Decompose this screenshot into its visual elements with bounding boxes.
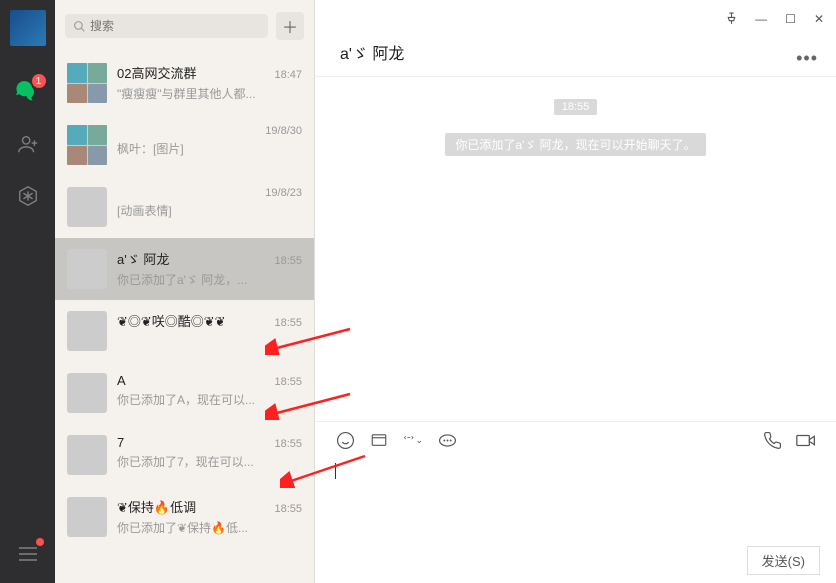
chat-item[interactable]: 19/8/23 [动画表情] [55,176,314,238]
search-bar: ＋ [55,0,314,52]
system-message: 你已添加了a'ゞ 阿龙，现在可以开始聊天了。 [445,133,705,156]
left-nav: 1 [0,0,55,583]
chat-item[interactable]: 19/8/30 枫叶：[图片] [55,114,314,176]
chat-time: 19/8/30 [265,125,302,137]
chat-name: 7 [117,435,124,450]
chat-avatar [67,125,107,165]
chat-name: ❦◎❦咲◎酷◎❦❦ [117,311,226,330]
chat-badge: 1 [32,74,46,88]
pin-icon[interactable] [726,12,737,28]
chat-avatar [67,497,107,537]
close-icon[interactable]: ✕ [814,12,824,28]
chat-avatar [67,435,107,475]
voice-call-icon[interactable] [762,430,782,450]
chat-preview: [动画表情] [117,202,302,219]
emoji-icon[interactable] [335,430,355,450]
chat-time: 18:47 [274,69,302,81]
chat-nav-icon[interactable]: 1 [14,78,42,106]
chat-avatar [67,249,107,289]
chat-name: 02高网交流群 [117,63,196,82]
chat-time: 18:55 [274,503,302,515]
message-area: 18:55 你已添加了a'ゞ 阿龙，现在可以开始聊天了。 [315,77,836,421]
search-input[interactable] [90,19,260,33]
favorites-nav-icon[interactable] [14,182,42,210]
send-button[interactable]: 发送(S) [747,546,820,575]
chat-avatar [67,63,107,103]
chat-item[interactable]: 7 18:55 你已添加了7，现在可以... [55,424,314,486]
chat-time: 18:55 [274,255,302,267]
chat-item[interactable]: ❦保持🔥低调 18:55 你已添加了❦保持🔥低... [55,486,314,548]
chat-preview: 你已添加了a'ゞ 阿龙，... [117,271,302,288]
chat-name: ❦保持🔥低调 [117,497,196,516]
add-button[interactable]: ＋ [276,12,304,40]
chat-avatar [67,187,107,227]
search-box[interactable] [65,14,268,38]
send-bar: 发送(S) [315,538,836,583]
chat-item[interactable]: A 18:55 你已添加了A，现在可以... [55,362,314,424]
chat-item[interactable]: a'ゞ 阿龙 18:55 你已添加了a'ゞ 阿龙，... [55,238,314,300]
message-input[interactable] [315,458,836,538]
chat-title: a'ゞ 阿龙 [315,40,796,76]
chat-item[interactable]: ❦◎❦咲◎酷◎❦❦ 18:55 [55,300,314,362]
main-panel: — ☐ ✕ a'ゞ 阿龙 ••• 18:55 你已添加了a'ゞ 阿龙，现在可以开… [315,0,836,583]
minimize-icon[interactable]: — [755,12,767,28]
chat-list: 02高网交流群 18:47 "瘦瘦瘦"与群里其他人都... 19/8/30 枫叶：[图片… [55,52,314,583]
chat-name: a'ゞ 阿龙 [117,249,169,268]
chat-preview: 你已添加了A，现在可以... [117,391,302,408]
chat-time: 18:55 [274,376,302,388]
chat-avatar [67,311,107,351]
history-icon[interactable] [437,430,457,450]
search-icon [73,20,86,33]
chat-preview: "瘦瘦瘦"与群里其他人都... [117,85,302,102]
chat-time: 18:55 [274,438,302,450]
title-bar: — ☐ ✕ [315,0,836,40]
more-icon[interactable]: ••• [796,48,818,69]
chat-time: 18:55 [274,317,302,329]
window-controls: — ☐ ✕ [726,12,824,28]
chat-preview: 你已添加了❦保持🔥低... [117,519,302,536]
chat-preview: 你已添加了7，现在可以... [117,453,302,470]
chat-name: A [117,373,126,388]
msg-timestamp: 18:55 [554,99,598,115]
chat-preview: 枫叶：[图片] [117,140,302,157]
chat-sidebar: ＋ 02高网交流群 18:47 "瘦瘦瘦"与群里其他人都... 19/8/30 枫叶：[… [55,0,315,583]
user-avatar[interactable] [10,10,46,46]
input-toolbar: ⌄ [315,421,836,458]
chat-item[interactable]: 02高网交流群 18:47 "瘦瘦瘦"与群里其他人都... [55,52,314,114]
hamburger-menu-icon[interactable] [14,540,42,568]
chat-time: 19/8/23 [265,187,302,199]
chat-avatar [67,373,107,413]
screenshot-icon[interactable]: ⌄ [403,430,423,450]
file-icon[interactable] [369,430,389,450]
menu-badge [36,538,44,546]
contacts-nav-icon[interactable] [14,130,42,158]
video-call-icon[interactable] [796,430,816,450]
maximize-icon[interactable]: ☐ [785,12,796,28]
